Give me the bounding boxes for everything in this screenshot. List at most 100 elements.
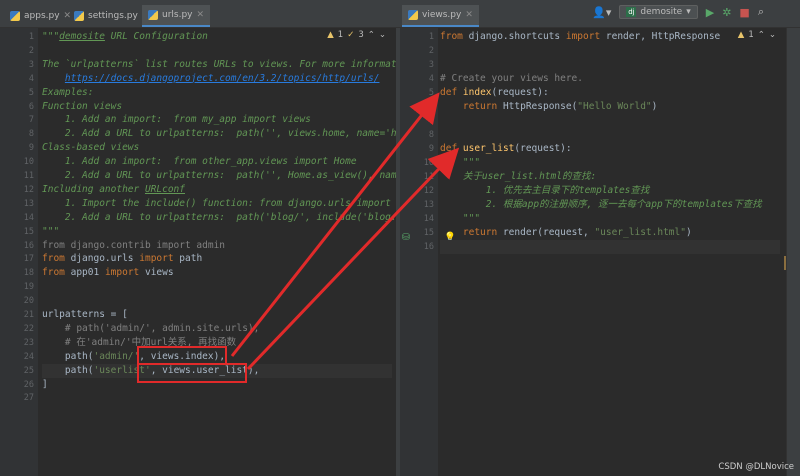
code-line[interactable]: Examples: bbox=[42, 86, 392, 100]
line-number: 10 bbox=[423, 158, 434, 168]
code-line[interactable] bbox=[440, 240, 780, 254]
code-line[interactable]: from django.shortcuts import render, Htt… bbox=[440, 30, 780, 44]
line-number: 3 bbox=[428, 60, 434, 70]
code-line[interactable]: """ bbox=[440, 212, 780, 226]
code-line[interactable] bbox=[42, 391, 392, 405]
line-number: 26 bbox=[23, 379, 34, 390]
line-number: 16 bbox=[423, 242, 434, 252]
close-icon[interactable]: ✕ bbox=[197, 10, 205, 20]
line-number: 11 bbox=[423, 172, 434, 182]
code-line[interactable]: def index(request): bbox=[440, 86, 780, 100]
line-number: 11 bbox=[23, 171, 34, 181]
tab-label: settings.py bbox=[88, 11, 138, 21]
run-config-label: demosite bbox=[640, 7, 683, 17]
line-number: 4 bbox=[428, 74, 434, 84]
python-file-icon bbox=[10, 11, 20, 21]
code-line[interactable]: 1. Add an import: from my_app import vie… bbox=[42, 113, 392, 127]
stop-icon[interactable]: ■ bbox=[739, 6, 749, 19]
line-number: 2 bbox=[28, 45, 34, 56]
python-file-icon bbox=[148, 10, 158, 20]
code-line[interactable]: 2. 根据app的注册顺序, 逐一去每个app下的templates下查找 bbox=[440, 198, 780, 212]
code-line[interactable]: 1. 优先去主目录下的templates查找 bbox=[440, 184, 780, 198]
line-number: 27 bbox=[23, 393, 34, 404]
code-line[interactable]: from django.contrib import admin bbox=[42, 239, 392, 253]
code-line[interactable]: # path('admin/', admin.site.urls), bbox=[42, 322, 392, 336]
code-line[interactable]: """ bbox=[42, 225, 392, 239]
python-file-icon bbox=[74, 11, 84, 21]
right-tool-strip[interactable] bbox=[786, 28, 800, 476]
line-number: 15 bbox=[423, 228, 434, 238]
debug-icon[interactable]: ✲ bbox=[722, 6, 731, 19]
line-number: 13 bbox=[23, 198, 34, 209]
code-line[interactable]: return HttpResponse("Hello World") bbox=[440, 100, 780, 114]
code-line[interactable]: # Create your views here. bbox=[440, 72, 780, 86]
line-number: 12 bbox=[23, 184, 34, 195]
code-line[interactable] bbox=[440, 44, 780, 58]
run-toolbar: 👤▾ dj demosite ▾ ▶ ✲ ■ ⌕ bbox=[592, 5, 764, 19]
django-icon: dj bbox=[626, 7, 637, 17]
code-line[interactable] bbox=[440, 114, 780, 128]
tab-label: urls.py bbox=[162, 10, 193, 20]
run-gutter-icon[interactable]: ⛁ bbox=[402, 232, 410, 243]
code-line[interactable]: Function views bbox=[42, 100, 392, 114]
code-line[interactable]: 2. Add a URL to urlpatterns: path('', vi… bbox=[42, 127, 396, 141]
python-file-icon bbox=[408, 10, 418, 20]
code-line[interactable] bbox=[42, 280, 392, 294]
line-number: 17 bbox=[23, 254, 34, 265]
code-line[interactable] bbox=[42, 294, 392, 308]
line-number: 14 bbox=[423, 214, 434, 224]
code-line[interactable]: from django.urls import path bbox=[42, 252, 392, 266]
search-icon[interactable]: ⌕ bbox=[758, 5, 764, 19]
editor-views-py[interactable]: 1 2 3 4 5 6 7 8 9 10 11 12 13 14 15 16 ▲ 1 ⌃ ⌄ ⛁ 💡 from… bbox=[400, 28, 786, 476]
run-icon[interactable]: ▶ bbox=[706, 6, 714, 19]
code-line[interactable]: 2. Add a URL to urlpatterns: path('blog/… bbox=[42, 211, 396, 225]
line-number: 13 bbox=[423, 200, 434, 210]
line-number-gutter: 1 2 3 4 5 6 7 8 9 10 11 12 13 14 15 16 17 18 19 20 21 22 23 24 2… bbox=[0, 28, 38, 476]
line-number: 5 bbox=[28, 87, 34, 98]
close-icon[interactable]: ✕ bbox=[465, 10, 473, 20]
code-line[interactable]: return render(request, "user_list.html") bbox=[440, 226, 780, 240]
line-number: 6 bbox=[28, 101, 34, 112]
line-number: 4 bbox=[28, 73, 34, 84]
tab-urls-py[interactable]: urls.py ✕ bbox=[142, 5, 211, 27]
code-line[interactable]: https://docs.djangoproject.com/en/3.2/to… bbox=[42, 72, 392, 86]
line-number: 20 bbox=[23, 296, 34, 307]
tab-label: apps.py bbox=[24, 11, 60, 21]
line-number: 8 bbox=[428, 130, 434, 140]
line-number: 23 bbox=[23, 337, 34, 348]
line-number: 21 bbox=[23, 310, 34, 320]
line-number: 10 bbox=[23, 157, 34, 168]
line-number: 3 bbox=[28, 59, 34, 70]
code-line[interactable]: """ bbox=[440, 156, 780, 170]
run-config-select[interactable]: dj demosite ▾ bbox=[619, 5, 698, 19]
code-line[interactable] bbox=[42, 44, 392, 58]
line-number: 7 bbox=[28, 115, 34, 126]
code-line[interactable]: 1. Import the include() function: from d… bbox=[42, 197, 392, 211]
code-line[interactable]: 2. Add a URL to urlpatterns: path('', Ho… bbox=[42, 169, 396, 183]
line-number: 19 bbox=[23, 282, 34, 293]
user-icon[interactable]: 👤▾ bbox=[592, 6, 611, 19]
highlight-box-user-list bbox=[137, 363, 247, 383]
code-line[interactable]: def user_list(request): bbox=[440, 142, 780, 156]
line-number: 1 bbox=[428, 32, 434, 42]
editor-urls-py[interactable]: 1 2 3 4 5 6 7 8 9 10 11 12 13 14 15 16 17 18 19 20 21 22 23 24 2… bbox=[0, 28, 396, 476]
tab-apps-py[interactable]: apps.py ✕ bbox=[4, 5, 77, 27]
line-number-gutter: 1 2 3 4 5 6 7 8 9 10 11 12 13 14 15 16 bbox=[400, 28, 438, 476]
line-number: 2 bbox=[428, 46, 434, 56]
code-line[interactable]: from app01 import views bbox=[42, 266, 392, 280]
code-line[interactable]: The `urlpatterns` list routes URLs to vi… bbox=[42, 58, 396, 72]
code-line[interactable] bbox=[440, 58, 780, 72]
line-number: 7 bbox=[428, 116, 434, 126]
line-number: 12 bbox=[423, 186, 434, 196]
code-line[interactable]: 关于user_list.html的查找: bbox=[440, 170, 780, 184]
tab-views-py[interactable]: views.py ✕ bbox=[402, 5, 479, 27]
code-line[interactable] bbox=[440, 128, 780, 142]
line-number: 16 bbox=[23, 240, 34, 251]
code-line[interactable]: Including another URLconf bbox=[42, 183, 392, 197]
code-line[interactable]: """demosite URL Configuration bbox=[42, 30, 392, 44]
line-number: 9 bbox=[428, 144, 434, 154]
code-line[interactable]: 1. Add an import: from other_app.views i… bbox=[42, 155, 392, 169]
code-line[interactable]: Class-based views bbox=[42, 141, 392, 155]
line-number: 9 bbox=[28, 143, 34, 154]
code-line[interactable]: urlpatterns = [ bbox=[42, 308, 392, 322]
